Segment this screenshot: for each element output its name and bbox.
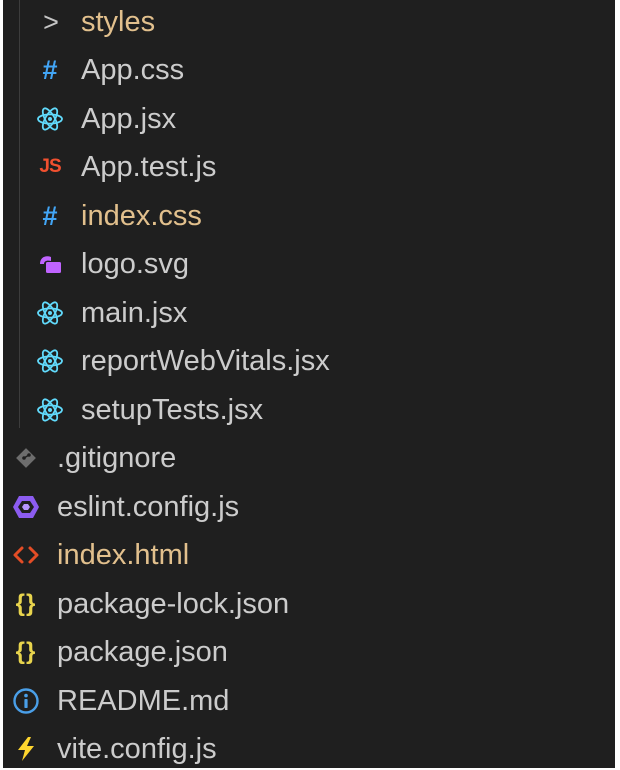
react-icon: [33, 104, 67, 134]
file-item-readme[interactable]: README.md: [3, 677, 615, 725]
file-item-gitignore[interactable]: .gitignore: [3, 434, 615, 482]
file-label: package.json: [57, 635, 228, 668]
file-item-app-jsx[interactable]: App.jsx: [3, 95, 615, 143]
file-item-setup-tests[interactable]: setupTests.jsx: [3, 386, 615, 434]
file-label: .gitignore: [57, 441, 177, 474]
folder-item-styles[interactable]: > styles: [3, 0, 615, 46]
file-item-index-css[interactable]: # index.css: [3, 192, 615, 240]
file-item-vite-config[interactable]: vite.config.js: [3, 725, 615, 768]
file-label: index.css: [81, 199, 202, 232]
vite-icon: [9, 734, 43, 764]
file-label: logo.svg: [81, 247, 190, 280]
chevron-right-icon[interactable]: >: [33, 7, 67, 37]
file-item-report-web-vitals[interactable]: reportWebVitals.jsx: [3, 337, 615, 385]
json-icon: {}: [15, 638, 37, 665]
svg-icon: [33, 249, 67, 279]
file-label: eslint.config.js: [57, 490, 240, 523]
file-label: styles: [81, 5, 156, 38]
file-item-package-lock-json[interactable]: {} package-lock.json: [3, 580, 615, 628]
file-label: vite.config.js: [57, 732, 217, 765]
file-label: package-lock.json: [57, 587, 290, 620]
file-item-logo-svg[interactable]: logo.svg: [3, 240, 615, 288]
react-icon: [33, 395, 67, 425]
file-label: App.css: [81, 53, 185, 86]
file-item-package-json[interactable]: {} package.json: [3, 628, 615, 676]
info-icon: [9, 686, 43, 716]
file-label: README.md: [57, 684, 230, 717]
file-label: setupTests.jsx: [81, 393, 264, 426]
react-icon: [33, 346, 67, 376]
react-icon: [33, 298, 67, 328]
css-hash-icon: #: [42, 54, 58, 85]
file-item-main-jsx[interactable]: main.jsx: [3, 289, 615, 337]
css-hash-icon: #: [42, 200, 58, 231]
eslint-icon: [9, 492, 43, 522]
file-explorer: > styles # App.css App.jsx JS App.test.j…: [3, 0, 615, 768]
file-item-app-css[interactable]: # App.css: [3, 46, 615, 94]
file-item-app-test-js[interactable]: JS App.test.js: [3, 143, 615, 191]
js-icon: JS: [39, 156, 61, 177]
file-label: index.html: [57, 538, 190, 571]
git-icon: [9, 443, 43, 473]
file-item-index-html[interactable]: index.html: [3, 531, 615, 579]
file-label: main.jsx: [81, 296, 188, 329]
html-icon: [9, 540, 43, 570]
file-item-eslint-config[interactable]: eslint.config.js: [3, 483, 615, 531]
file-label: reportWebVitals.jsx: [81, 344, 330, 377]
file-label: App.jsx: [81, 102, 177, 135]
json-icon: {}: [15, 590, 37, 617]
file-label: App.test.js: [81, 150, 217, 183]
